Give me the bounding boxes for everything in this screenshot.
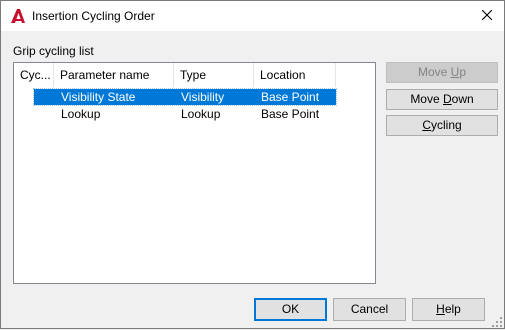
cycling-accelerator: C	[422, 118, 431, 132]
move-down-label: Move	[410, 92, 443, 106]
column-header-parameter-name[interactable]: Parameter name	[54, 63, 174, 87]
move-up-label-rest: p	[459, 65, 467, 79]
move-down-button[interactable]: Move Down	[386, 89, 498, 110]
autocad-logo-icon	[10, 8, 26, 24]
location-cell: Base Point	[261, 90, 320, 104]
window-title: Insertion Cycling Order	[32, 9, 155, 23]
close-button[interactable]	[470, 1, 504, 31]
cycling-label-rest: ycling	[430, 118, 462, 132]
parameter-name-cell: Visibility State	[61, 90, 136, 104]
cancel-button[interactable]: Cancel	[333, 298, 406, 321]
list-row[interactable]: Lookup Lookup Base Point	[34, 106, 336, 122]
list-header: Cyc... Parameter name Type Location	[14, 63, 336, 87]
column-header-type[interactable]: Type	[174, 63, 254, 87]
grip-cycling-list[interactable]: Cyc... Parameter name Type Location Visi…	[13, 62, 376, 284]
help-accelerator: H	[436, 302, 445, 316]
grip-cycling-list-label: Grip cycling list	[13, 44, 94, 58]
resize-grip-icon[interactable]	[492, 316, 502, 327]
column-header-location[interactable]: Location	[254, 63, 336, 87]
help-button[interactable]: Help	[412, 298, 485, 321]
list-row[interactable]: Visibility State Visibility Base Point	[33, 88, 337, 106]
type-cell: Lookup	[181, 107, 221, 121]
move-down-label-rest: own	[451, 92, 474, 106]
cycling-button[interactable]: Cycling	[386, 115, 498, 136]
ok-button[interactable]: OK	[254, 298, 327, 321]
move-up-button[interactable]: Move Up	[386, 62, 498, 83]
move-down-accelerator: D	[443, 92, 452, 106]
title-bar: Insertion Cycling Order	[1, 1, 504, 31]
column-header-cycling[interactable]: Cyc...	[14, 63, 54, 87]
move-up-label: Move	[417, 65, 451, 79]
location-cell: Base Point	[261, 107, 320, 121]
type-cell: Visibility	[181, 90, 225, 104]
dialog-window: Insertion Cycling Order Grip cycling lis…	[0, 0, 505, 329]
help-label-rest: elp	[444, 302, 461, 316]
close-icon	[481, 9, 493, 23]
parameter-name-cell: Lookup	[61, 107, 101, 121]
